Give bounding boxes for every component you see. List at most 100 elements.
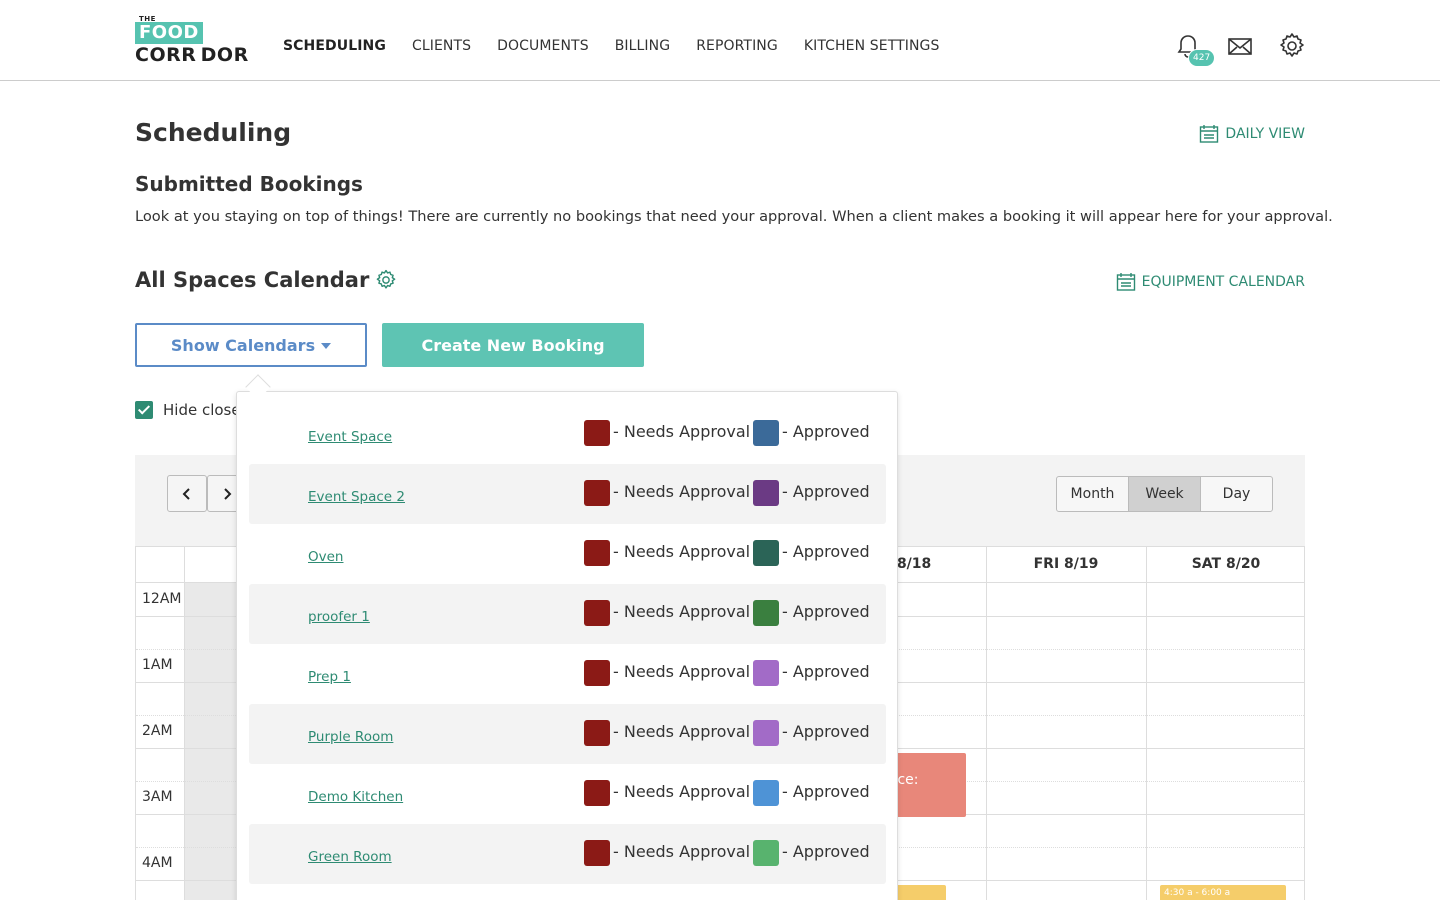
approved-swatch — [753, 660, 779, 686]
calendar-space-row: Prep 1 - Needs Approval - Approved — [249, 644, 886, 704]
mail-icon[interactable] — [1226, 32, 1254, 60]
needs-approval-label: - Needs Approval — [613, 422, 751, 441]
view-day-button[interactable]: Day — [1201, 477, 1272, 511]
approved-swatch — [753, 780, 779, 806]
nav-scheduling[interactable]: SCHEDULING — [283, 38, 386, 54]
notification-count-badge: 427 — [1188, 49, 1216, 67]
show-calendars-button[interactable]: Show Calendars — [135, 323, 367, 367]
equipment-calendar-label: EQUIPMENT CALENDAR — [1141, 274, 1305, 290]
space-link[interactable]: Purple Room — [308, 729, 393, 745]
create-new-booking-button[interactable]: Create New Booking — [382, 323, 644, 367]
needs-approval-label: - Needs Approval — [613, 722, 751, 741]
needs-approval-swatch — [584, 480, 610, 506]
show-calendars-label: Show Calendars — [170, 335, 316, 355]
hour-label-1am: 1AM — [142, 657, 173, 673]
main-nav: SCHEDULING CLIENTS DOCUMENTS BILLING REP… — [283, 38, 939, 54]
approved-label: - Approved — [782, 842, 870, 861]
food-corridor-logo[interactable]: THE FOOD CORR DOR — [135, 14, 259, 66]
space-link[interactable]: Event Space — [308, 429, 392, 445]
needs-approval-swatch — [584, 840, 610, 866]
hide-closed-checkbox[interactable] — [135, 401, 153, 419]
show-calendars-dropdown: Event Space - Needs Approval - Approved … — [236, 391, 898, 900]
calendar-space-row: proofer 1 - Needs Approval - Approved — [249, 584, 886, 644]
chevron-right-icon — [224, 487, 232, 500]
approved-swatch — [753, 480, 779, 506]
calendar-space-row: Event Space 2 - Needs Approval - Approve… — [249, 464, 886, 524]
approved-label: - Approved — [782, 662, 870, 681]
previous-week-button[interactable] — [167, 475, 207, 512]
logo-corridor: CORR DOR — [135, 44, 249, 66]
equipment-calendar-link[interactable]: EQUIPMENT CALENDAR — [1116, 272, 1305, 292]
approved-swatch — [753, 420, 779, 446]
needs-approval-swatch — [584, 780, 610, 806]
approved-label: - Approved — [782, 482, 870, 501]
approved-swatch — [753, 720, 779, 746]
bell-icon[interactable]: 427 — [1174, 32, 1216, 67]
view-week-button[interactable]: Week — [1129, 477, 1201, 511]
hour-label-4am: 4AM — [142, 855, 173, 871]
gear-icon[interactable] — [1278, 32, 1306, 60]
calendar-settings-gear-icon[interactable] — [375, 269, 397, 291]
needs-approval-swatch — [584, 660, 610, 686]
space-link[interactable]: proofer 1 — [308, 609, 370, 625]
nav-kitchen-settings[interactable]: KITCHEN SETTINGS — [804, 38, 940, 54]
calendar-space-row: Event Space - Needs Approval - Approved — [249, 404, 886, 464]
daily-view-label: DAILY VIEW — [1225, 126, 1305, 142]
all-spaces-calendar-title: All Spaces Calendar — [135, 268, 397, 292]
approved-swatch — [753, 540, 779, 566]
nav-clients[interactable]: CLIENTS — [412, 38, 471, 54]
needs-approval-label: - Needs Approval — [613, 662, 751, 681]
space-link[interactable]: Green Room — [308, 849, 392, 865]
needs-approval-swatch — [584, 540, 610, 566]
approved-swatch — [753, 840, 779, 866]
needs-approval-swatch — [584, 600, 610, 626]
needs-approval-label: - Needs Approval — [613, 842, 751, 861]
needs-approval-swatch — [584, 720, 610, 746]
needs-approval-label: - Needs Approval — [613, 482, 751, 501]
calendar-space-row: Purple Room - Needs Approval - Approved — [249, 704, 886, 764]
header-icons: 427 — [1174, 32, 1306, 67]
day-header-sat: SAT 8/20 — [1191, 556, 1261, 572]
view-month-button[interactable]: Month — [1057, 477, 1129, 511]
space-link[interactable]: Prep 1 — [308, 669, 351, 685]
page-title: Scheduling — [135, 118, 292, 147]
approved-label: - Approved — [782, 602, 870, 621]
caret-down-icon — [321, 343, 332, 349]
calendar-space-row — [249, 884, 886, 900]
submitted-bookings-description: Look at you staying on top of things! Th… — [135, 208, 1333, 225]
needs-approval-label: - Needs Approval — [613, 542, 751, 561]
approved-label: - Approved — [782, 782, 870, 801]
calendar-view-toggle: Month Week Day — [1056, 476, 1273, 512]
calendar-icon — [1116, 273, 1135, 291]
approved-label: - Approved — [782, 722, 870, 741]
day-header-fri: FRI 8/19 — [1033, 556, 1099, 572]
approved-label: - Approved — [782, 422, 870, 441]
submitted-bookings-title: Submitted Bookings — [135, 172, 363, 196]
space-link[interactable]: Event Space 2 — [308, 489, 405, 505]
hide-closed-option[interactable]: Hide close — [135, 401, 241, 419]
closed-day-shading — [185, 583, 237, 900]
nav-documents[interactable]: DOCUMENTS — [497, 38, 589, 54]
hide-closed-label: Hide close — [163, 401, 241, 419]
calendar-title-text: All Spaces Calendar — [135, 268, 370, 292]
hour-label-3am: 3AM — [142, 789, 173, 805]
nav-billing[interactable]: BILLING — [615, 38, 670, 54]
hour-label-2am: 2AM — [142, 723, 173, 739]
hour-label-12am: 12AM — [142, 591, 182, 607]
calendar-event[interactable]: 4:30 a - 6:00 a — [1160, 885, 1286, 900]
event-time: 4:30 a - 6:00 a — [1164, 888, 1231, 898]
chevron-left-icon — [182, 487, 190, 500]
space-link[interactable]: Oven — [308, 549, 343, 565]
logo-food: FOOD — [135, 22, 203, 44]
needs-approval-swatch — [584, 420, 610, 446]
calendar-space-row: Demo Kitchen - Needs Approval - Approved — [249, 764, 886, 824]
top-navigation-bar: THE FOOD CORR DOR SCHEDULING CLIENTS DOC… — [0, 0, 1440, 81]
space-link[interactable]: Demo Kitchen — [308, 789, 403, 805]
calendar-icon — [1200, 125, 1219, 143]
needs-approval-label: - Needs Approval — [613, 782, 751, 801]
daily-view-link[interactable]: DAILY VIEW — [1199, 124, 1305, 144]
approved-label: - Approved — [782, 542, 870, 561]
approved-swatch — [753, 600, 779, 626]
calendar-space-row: Oven - Needs Approval - Approved — [249, 524, 886, 584]
nav-reporting[interactable]: REPORTING — [696, 38, 778, 54]
